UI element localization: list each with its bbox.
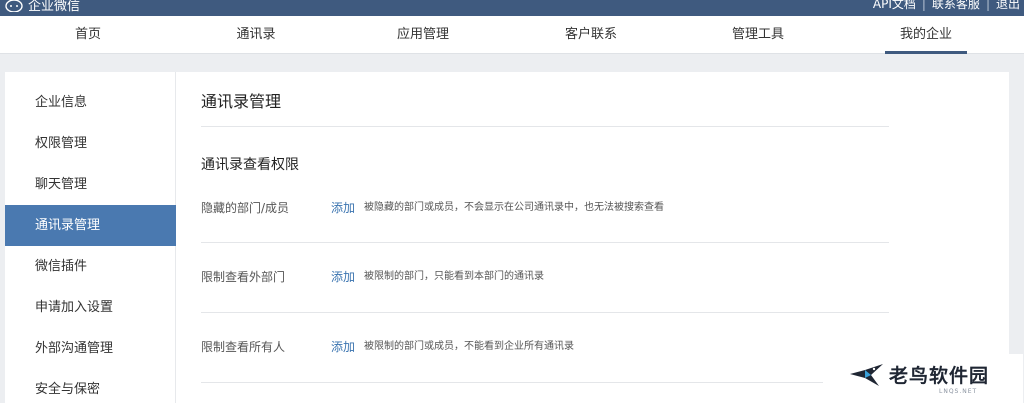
section-title: 通讯录查看权限 [201,157,299,173]
sidebar-item-join-settings[interactable]: 申请加入设置 [5,287,176,328]
nav-tab-management-tools[interactable]: 管理工具 [717,16,799,54]
watermark: 老鸟软件园 LNQS.NET [823,354,1023,403]
watermark-text: 老鸟软件园 [889,365,990,387]
watermark-subtext: LNQS.NET [939,388,978,395]
wecom-logo-icon [5,0,23,12]
row-description: 被隐藏的部门或成员，不会显示在公司通讯录中，也无法被搜索查看 [364,202,664,213]
nav-tab-contacts[interactable]: 通讯录 [216,16,296,54]
page-title: 通讯录管理 [201,92,282,111]
permission-row-external-dept: 限制查看外部门 添加 被限制的部门，只能看到本部门的通讯录 [201,267,889,287]
sidebar-item-wechat-plugin[interactable]: 微信插件 [5,246,176,287]
app-title: 企业微信 [28,0,81,14]
row-description: 被限制的部门或成员，不能看到企业所有通讯录 [364,341,574,352]
sidebar-item-contacts-management[interactable]: 通讯录管理 [5,205,176,246]
row-description: 被限制的部门，只能看到本部门的通讯录 [364,271,544,282]
permission-row-hidden: 隐藏的部门/成员 添加 被隐藏的部门或成员，不会显示在公司通讯录中，也无法被搜索… [201,198,889,218]
row-label: 限制查看所有人 [201,340,286,354]
title-divider [201,126,889,127]
app-logo[interactable]: 企业微信 [4,0,80,14]
api-docs-link[interactable]: API文档 [873,0,916,12]
sidebar-item-security[interactable]: 安全与保密 [5,369,176,403]
add-restricted-dept-button[interactable]: 添加 [331,267,355,287]
sidebar-item-permissions[interactable]: 权限管理 [5,123,176,164]
top-link-separator: | [985,0,990,11]
add-restricted-all-button[interactable]: 添加 [331,337,355,357]
row-label: 限制查看外部门 [201,270,286,284]
sidebar-item-chat-management[interactable]: 聊天管理 [5,164,176,205]
nav-tab-home[interactable]: 首页 [48,16,128,54]
row-divider [201,312,889,313]
top-header: 企业微信 API文档 | 联系客服 | 退出 [0,0,1024,16]
nav-tab-customer-contact[interactable]: 客户联系 [550,16,632,54]
sidebar-item-external-communication[interactable]: 外部沟通管理 [5,328,176,369]
top-links: API文档 | 联系客服 | 退出 [873,0,1020,12]
add-hidden-button[interactable]: 添加 [331,198,355,218]
sidebar-item-enterprise-info[interactable]: 企业信息 [5,82,176,123]
nav-tab-app-management[interactable]: 应用管理 [382,16,464,54]
logout-link[interactable]: 退出 [996,0,1020,12]
bird-logo-icon [850,364,883,386]
main-nav: 首页 通讯录 应用管理 客户联系 管理工具 我的企业 [0,16,1024,54]
row-divider [201,242,889,243]
row-label: 隐藏的部门/成员 [201,201,290,215]
permission-row-all: 限制查看所有人 添加 被限制的部门或成员，不能看到企业所有通讯录 [201,337,889,357]
sidebar: 企业信息 权限管理 聊天管理 通讯录管理 微信插件 申请加入设置 外部沟通管理 … [5,72,176,403]
nav-tab-my-enterprise[interactable]: 我的企业 [885,16,967,54]
top-link-separator: | [921,0,926,11]
row-divider [201,382,889,383]
contact-support-link[interactable]: 联系客服 [932,0,980,12]
